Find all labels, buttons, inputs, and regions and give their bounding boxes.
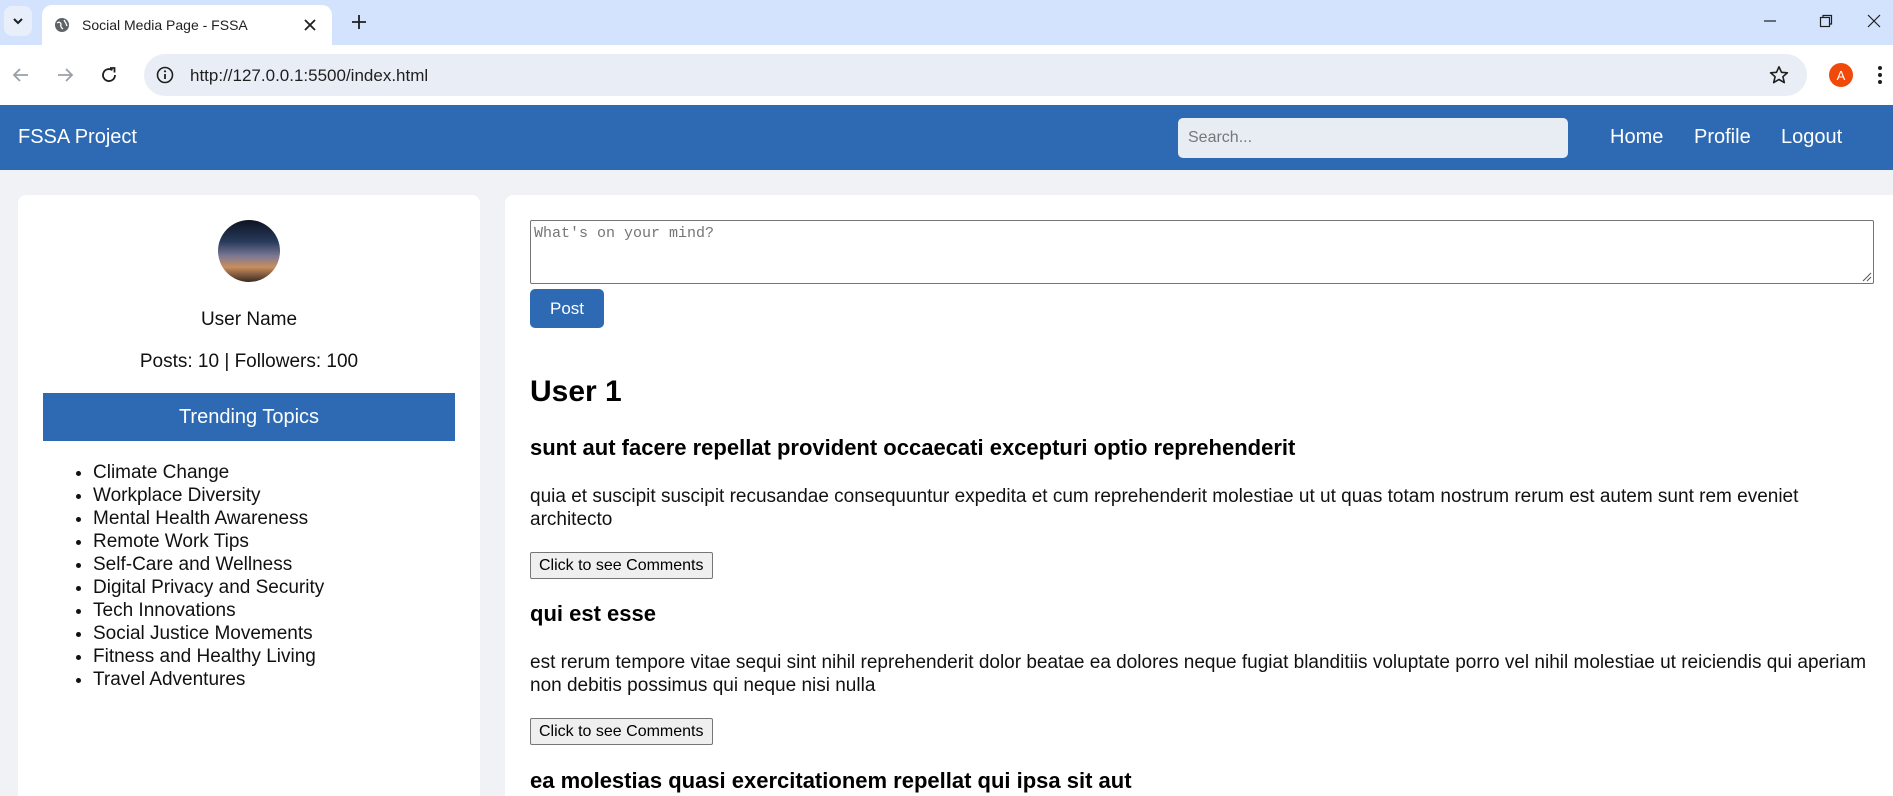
topic-item: Workplace Diversity — [93, 484, 324, 507]
site-navbar: FSSA Project Home Profile Logout — [0, 105, 1893, 170]
chevron-down-icon — [13, 18, 23, 25]
topic-item: Fitness and Healthy Living — [93, 645, 324, 668]
forward-button[interactable] — [48, 58, 82, 92]
post-title: sunt aut facere repellat provident occae… — [530, 435, 1296, 460]
feed-user-heading: User 1 — [530, 375, 622, 408]
post-title: qui est esse — [530, 601, 656, 626]
nav-home-link[interactable]: Home — [1610, 126, 1663, 149]
plus-icon — [352, 15, 366, 29]
browser-profile-avatar[interactable]: A — [1829, 63, 1853, 87]
trending-topics-header: Trending Topics — [43, 393, 455, 441]
star-icon — [1769, 66, 1789, 84]
post-body: quia et suscipit suscipit recusandae con… — [530, 486, 1799, 530]
tab-search-button[interactable] — [4, 6, 32, 36]
tab-close-button[interactable] — [298, 13, 322, 37]
post-button[interactable]: Post — [530, 289, 604, 328]
close-icon — [1867, 14, 1881, 28]
minimize-icon — [1764, 20, 1776, 22]
post-composer-textarea[interactable] — [530, 220, 1874, 284]
topic-item: Climate Change — [93, 461, 324, 484]
back-button[interactable] — [4, 58, 38, 92]
topic-item: Travel Adventures — [93, 668, 324, 691]
user-name: User Name — [200, 309, 298, 330]
info-icon — [156, 66, 174, 84]
topic-item: Social Justice Movements — [93, 622, 324, 645]
close-window-button[interactable] — [1846, 0, 1893, 42]
browser-menu-button[interactable] — [1874, 62, 1886, 88]
browser-tab[interactable]: Social Media Page - FSSA — [42, 5, 332, 45]
reload-button[interactable] — [92, 58, 126, 92]
minimize-button[interactable] — [1742, 0, 1798, 42]
topic-item: Self-Care and Wellness — [93, 553, 324, 576]
bookmark-button[interactable] — [1767, 63, 1791, 87]
avatar — [218, 220, 280, 282]
post-body: est rerum tempore vitae sequi sint nihil… — [530, 652, 1867, 696]
post-title: ea molestias quasi exercitationem repell… — [530, 768, 1132, 793]
nav-logout-link[interactable]: Logout — [1781, 126, 1842, 149]
arrow-left-icon — [12, 68, 28, 82]
nav-profile-link[interactable]: Profile — [1694, 126, 1751, 149]
see-comments-button[interactable]: Click to see Comments — [530, 718, 713, 745]
topic-item: Remote Work Tips — [93, 530, 324, 553]
globe-icon — [55, 18, 69, 32]
brand-title[interactable]: FSSA Project — [18, 126, 137, 149]
more-vert-icon — [1878, 66, 1882, 84]
arrow-right-icon — [58, 68, 74, 82]
browser-toolbar: http://127.0.0.1:5500/index.html A — [0, 45, 1893, 105]
resize-grip-icon[interactable] — [1860, 270, 1872, 282]
address-bar[interactable]: http://127.0.0.1:5500/index.html — [144, 54, 1807, 96]
site-info-button[interactable] — [154, 64, 176, 86]
browser-tabstrip: Social Media Page - FSSA — [0, 0, 1893, 45]
topic-item: Mental Health Awareness — [93, 507, 324, 530]
profile-sidebar: User Name Posts: 10 | Followers: 100 Tre… — [18, 195, 480, 796]
search-input[interactable] — [1178, 118, 1568, 158]
restore-icon — [1819, 14, 1833, 28]
topic-item: Digital Privacy and Security — [93, 576, 324, 599]
close-icon — [304, 19, 316, 31]
trending-topics-list: Climate Change Workplace Diversity Menta… — [93, 461, 324, 691]
url-text: http://127.0.0.1:5500/index.html — [190, 66, 429, 85]
main-feed: Post User 1 sunt aut facere repellat pro… — [505, 195, 1893, 796]
tab-title: Social Media Page - FSSA — [82, 17, 248, 33]
reload-icon — [102, 67, 116, 82]
new-tab-button[interactable] — [346, 9, 372, 35]
user-stats: Posts: 10 | Followers: 100 — [139, 351, 359, 372]
topic-item: Tech Innovations — [93, 599, 324, 622]
see-comments-button[interactable]: Click to see Comments — [530, 552, 713, 579]
